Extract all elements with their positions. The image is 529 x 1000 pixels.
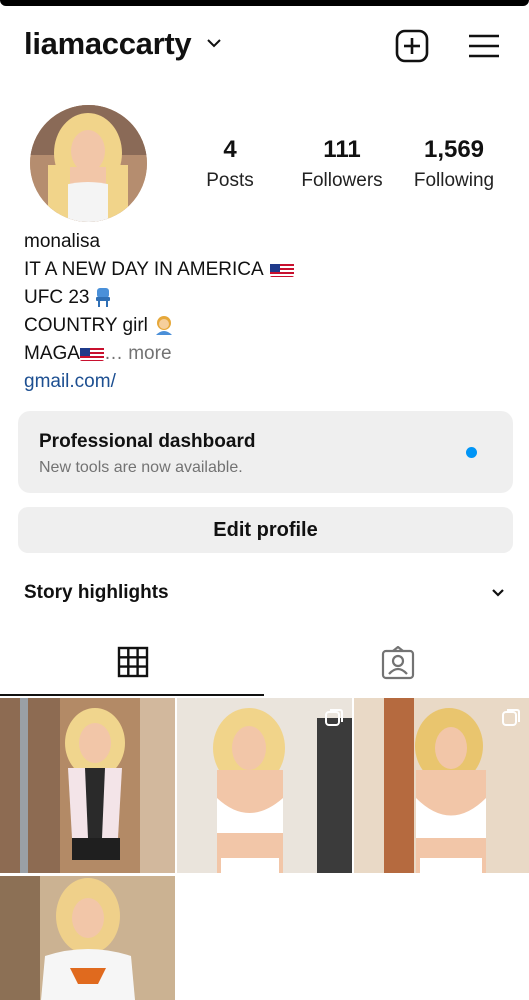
following-label: Following xyxy=(413,170,495,191)
tagged-icon xyxy=(381,646,415,680)
bio-line: IT A NEW DAY IN AMERICA xyxy=(24,256,294,284)
stat-following[interactable]: 1,569 Following xyxy=(402,136,506,192)
bio-line-text: COUNTRY girl xyxy=(24,315,148,336)
chair-icon xyxy=(95,287,111,307)
status-bar-edge xyxy=(0,0,529,6)
bio-line-text: MAGA xyxy=(24,343,80,364)
avatar[interactable] xyxy=(30,105,147,222)
chevron-down-icon[interactable] xyxy=(205,36,223,50)
woman-emoji-icon xyxy=(154,315,174,335)
display-name: monalisa xyxy=(24,231,101,252)
us-flag-icon xyxy=(79,345,104,361)
new-post-icon[interactable] xyxy=(394,28,430,64)
grid-icon xyxy=(117,646,149,678)
post-thumbnail[interactable] xyxy=(0,698,175,873)
stat-followers[interactable]: 111 Followers xyxy=(287,136,397,192)
post-thumbnail[interactable] xyxy=(354,698,529,873)
dashboard-title: Professional dashboard xyxy=(39,431,256,452)
story-highlights-heading: Story highlights xyxy=(24,582,169,603)
posts-label: Posts xyxy=(206,170,254,191)
bio-line-text: IT A NEW DAY IN AMERICA xyxy=(24,259,264,280)
followers-count: 111 xyxy=(323,136,361,163)
posts-count: 4 xyxy=(223,136,237,163)
bio-line: COUNTRY girl xyxy=(24,312,294,340)
profile-header: liamaccarty xyxy=(0,22,529,72)
menu-icon[interactable] xyxy=(466,28,502,64)
chevron-down-icon[interactable] xyxy=(490,586,506,600)
profile-bio: monalisa IT A NEW DAY IN AMERICA UFC 23 … xyxy=(24,228,294,396)
dashboard-subtitle: New tools are now available. xyxy=(39,459,243,476)
followers-label: Followers xyxy=(301,170,383,191)
bio-line: MAGA … more xyxy=(24,340,294,368)
bio-website-link[interactable]: gmail.com/ xyxy=(24,368,294,396)
us-flag-icon xyxy=(269,261,294,277)
post-thumbnail[interactable] xyxy=(177,698,352,873)
bio-more-link[interactable]: … more xyxy=(104,343,172,364)
tab-posts-grid[interactable] xyxy=(0,630,264,696)
following-count: 1,569 xyxy=(423,136,485,163)
bio-line-text: UFC 23 xyxy=(24,287,90,308)
username-switcher[interactable]: liamaccarty xyxy=(24,26,192,62)
bio-line: UFC 23 xyxy=(24,284,294,312)
stat-posts[interactable]: 4 Posts xyxy=(190,136,270,192)
notification-dot xyxy=(466,447,477,458)
multi-post-icon xyxy=(325,709,343,726)
edit-profile-button[interactable]: Edit profile xyxy=(18,507,513,553)
multi-post-icon xyxy=(502,709,520,726)
tab-tagged[interactable] xyxy=(265,630,529,694)
post-thumbnail[interactable] xyxy=(0,876,175,1000)
professional-dashboard-card[interactable]: Professional dashboard New tools are now… xyxy=(18,411,513,493)
